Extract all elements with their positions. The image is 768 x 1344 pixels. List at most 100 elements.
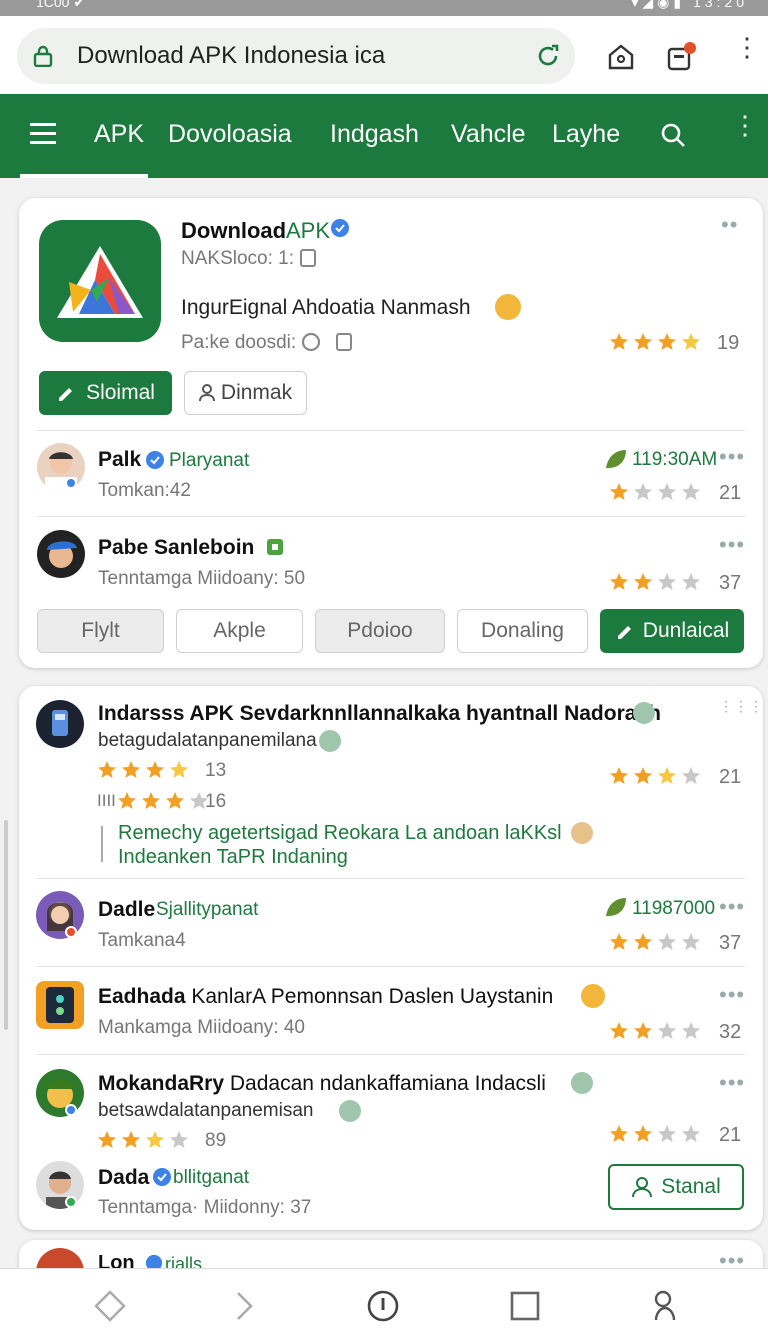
star-icon (634, 1022, 652, 1039)
tabs-icon[interactable] (666, 42, 696, 72)
app-rating-stars (609, 332, 701, 352)
star-icon (98, 1131, 116, 1148)
category-nav: APK Dovoloasia Indgash Vahcle Layhe ⋮ (0, 94, 768, 178)
reviewer-sub: Tamkana4 (98, 930, 186, 951)
chat-icon (301, 332, 321, 352)
download-button[interactable]: Dunlaical (600, 609, 744, 653)
bottom-navigation (0, 1268, 768, 1344)
leaf-icon (606, 450, 626, 468)
reviewer-name: Dadle (98, 898, 156, 921)
chevron-right-icon[interactable] (226, 1289, 260, 1323)
star-icon (682, 1022, 700, 1039)
head-count: 21 (719, 766, 742, 788)
filter-button[interactable]: Akple (176, 609, 303, 653)
star-icon (658, 1125, 676, 1142)
head-rating-b: 16 (205, 791, 227, 812)
reviewer-tag: Sjallitypanat (156, 899, 259, 920)
star-icon (122, 761, 140, 778)
avatar-badge-icon (65, 1104, 77, 1116)
doc-icon (336, 333, 352, 351)
reviewer-sub: betsawdalatanpanemisan (98, 1100, 314, 1121)
review-count: 37 (719, 572, 742, 594)
menu-icon[interactable]: ⋮ (734, 34, 760, 60)
app-avatar[interactable] (36, 981, 84, 1029)
star-icon (634, 483, 652, 500)
note-line-1: Remechy agetertsigad Reokara La andoan l… (118, 822, 562, 844)
review-stars (609, 572, 701, 592)
nav-item-indgash[interactable]: Indgash (330, 120, 419, 149)
review-stars (609, 482, 701, 502)
card2-title: Indarsss APK Sevdarknnllannalkaka hyantn… (98, 702, 661, 725)
reviewer-stars (97, 1130, 189, 1150)
url-field[interactable]: Download APK Indonesia ica (17, 28, 575, 84)
star-icon (682, 767, 700, 784)
pencil-icon (59, 388, 73, 401)
reviewer-tag: bllitganat (173, 1167, 250, 1188)
emoji-icon (581, 984, 605, 1008)
avatar[interactable] (37, 530, 85, 578)
reload-icon[interactable] (535, 43, 561, 69)
star-icon (610, 1022, 628, 1039)
star-icon (610, 933, 628, 950)
review-more-icon[interactable]: ••• (719, 444, 745, 470)
star-icon (634, 1125, 652, 1142)
emoji-icon (571, 822, 593, 844)
primary-button-label: Sloimal (86, 381, 155, 404)
square-icon[interactable] (508, 1289, 542, 1323)
head-stars-a (97, 760, 189, 780)
filter-button[interactable]: Donaling (457, 609, 588, 653)
status-right: ▾◢◉▮ 13:20 (631, 0, 748, 10)
android-icon (267, 539, 283, 555)
nav-item-layhe[interactable]: Layhe (552, 120, 620, 149)
star-icon (610, 1125, 628, 1142)
reviewer-name: Dada (98, 1166, 150, 1189)
avatar[interactable] (37, 443, 85, 491)
review-more-icon[interactable]: ••• (719, 1070, 745, 1096)
emoji-icon (633, 702, 655, 724)
review-more-icon[interactable]: ••• (719, 982, 745, 1008)
verified-icon (146, 451, 164, 469)
star-icon (118, 792, 136, 809)
account-icon[interactable] (648, 1289, 682, 1323)
secondary-button[interactable]: Dinmak (184, 371, 307, 415)
diamond-icon[interactable] (93, 1289, 127, 1323)
home-icon[interactable] (606, 42, 636, 72)
app-logo-icon (39, 220, 161, 342)
app-more-icon[interactable]: •• (721, 212, 738, 238)
divider (37, 966, 745, 967)
nav-more-icon[interactable]: ⋮ (732, 112, 758, 138)
star-icon (170, 761, 188, 778)
review-more-icon[interactable]: ••• (719, 532, 745, 558)
emoji-icon (339, 1100, 361, 1122)
info-icon[interactable] (366, 1289, 400, 1323)
star-icon (658, 483, 676, 500)
emoji-icon (571, 1072, 593, 1094)
nav-item-vahcle[interactable]: Vahcle (451, 120, 526, 149)
hamburger-icon[interactable] (30, 122, 56, 144)
divider (37, 878, 745, 879)
review-more-icon[interactable]: ••• (719, 894, 745, 920)
star-icon (170, 1131, 188, 1148)
star-icon (682, 933, 700, 950)
review-time: 119:30AM (632, 449, 718, 470)
reviewer-name: Palk (98, 448, 142, 471)
star-icon (682, 483, 700, 500)
lock-icon (33, 45, 53, 67)
reviews-card: Indarsss APK Sevdarknnllannalkaka hyantn… (19, 686, 763, 1230)
filter-button[interactable]: Pdoioo (315, 609, 445, 653)
nav-item-dovoloasia[interactable]: Dovoloasia (168, 120, 292, 149)
stanal-button[interactable]: Stanal (608, 1164, 744, 1210)
grid-more-icon[interactable]: ⋮⋮⋮ (719, 698, 764, 715)
filter-button[interactable]: Flylt (37, 609, 164, 653)
app-avatar[interactable] (36, 700, 84, 748)
browser-toolbar: Download APK Indonesia ica ⋮ (0, 16, 768, 94)
scroll-indicator[interactable] (4, 820, 8, 1030)
star-icon (142, 792, 160, 809)
user-icon (198, 384, 215, 402)
reviewer-name-line: Eadhada KanlarA Pemonnsan Daslen Uaystan… (98, 985, 554, 1008)
nav-item-apk[interactable]: APK (94, 120, 144, 149)
star-icon (122, 1131, 140, 1148)
search-icon[interactable] (660, 122, 686, 148)
primary-install-button[interactable]: Sloimal (39, 371, 172, 415)
reviewer-sub: Tomkan:42 (98, 480, 191, 501)
